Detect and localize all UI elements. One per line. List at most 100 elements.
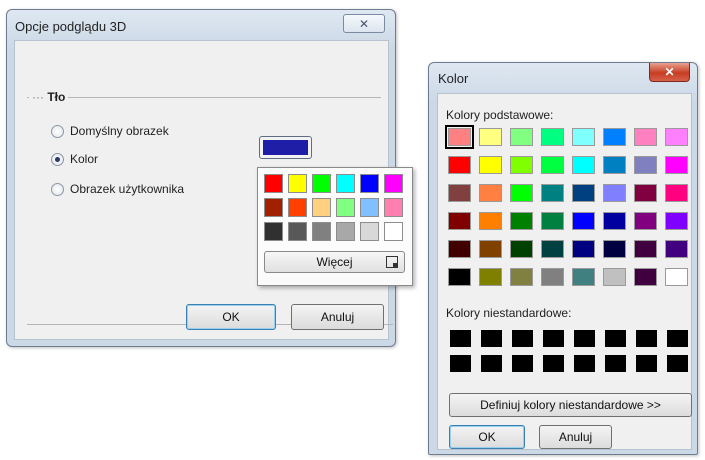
color-swatch[interactable] bbox=[264, 174, 283, 193]
color-swatch[interactable] bbox=[360, 222, 379, 241]
basic-color-swatch[interactable] bbox=[603, 240, 626, 258]
basic-color-swatch[interactable] bbox=[634, 184, 657, 202]
close-button[interactable]: ✕ bbox=[343, 14, 385, 33]
custom-color-swatch[interactable] bbox=[481, 330, 502, 347]
basic-color-swatch[interactable] bbox=[572, 128, 595, 146]
basic-color-swatch[interactable] bbox=[510, 128, 533, 146]
color-picker-button[interactable] bbox=[259, 136, 312, 159]
color-swatch[interactable] bbox=[264, 198, 283, 217]
basic-color-swatch[interactable] bbox=[665, 156, 688, 174]
basic-color-swatch[interactable] bbox=[572, 240, 595, 258]
color-swatch[interactable] bbox=[288, 222, 307, 241]
custom-color-swatch[interactable] bbox=[543, 355, 564, 372]
basic-color-swatch[interactable] bbox=[510, 240, 533, 258]
custom-color-swatch[interactable] bbox=[543, 330, 564, 347]
basic-color-swatch[interactable] bbox=[541, 184, 564, 202]
color-swatch[interactable] bbox=[336, 222, 355, 241]
basic-color-swatch[interactable] bbox=[603, 212, 626, 230]
custom-color-swatch[interactable] bbox=[636, 355, 657, 372]
custom-color-swatch[interactable] bbox=[481, 355, 502, 372]
basic-color-swatch[interactable] bbox=[541, 268, 564, 286]
custom-color-swatch[interactable] bbox=[512, 355, 533, 372]
basic-color-swatch[interactable] bbox=[510, 184, 533, 202]
basic-color-swatch[interactable] bbox=[634, 240, 657, 258]
basic-color-swatch[interactable] bbox=[479, 268, 502, 286]
ok-button[interactable]: OK bbox=[186, 304, 276, 330]
basic-color-swatch[interactable] bbox=[479, 184, 502, 202]
color-swatch[interactable] bbox=[384, 198, 403, 217]
custom-color-swatch[interactable] bbox=[512, 330, 533, 347]
basic-color-swatch[interactable] bbox=[510, 268, 533, 286]
basic-color-swatch[interactable] bbox=[448, 212, 471, 230]
basic-color-swatch[interactable] bbox=[665, 212, 688, 230]
radio-button-icon[interactable] bbox=[51, 124, 64, 138]
color-swatch[interactable] bbox=[384, 222, 403, 241]
color-swatch[interactable] bbox=[384, 174, 403, 193]
close-button[interactable]: ✕ bbox=[649, 63, 690, 82]
radio-user-image[interactable]: Obrazek użytkownika bbox=[51, 182, 184, 196]
basic-color-swatch[interactable] bbox=[572, 184, 595, 202]
color-swatch[interactable] bbox=[312, 198, 331, 217]
custom-color-swatch[interactable] bbox=[667, 355, 688, 372]
radio-label: Obrazek użytkownika bbox=[70, 182, 185, 196]
basic-color-swatch[interactable] bbox=[510, 156, 533, 174]
basic-color-swatch[interactable] bbox=[603, 184, 626, 202]
color-swatch[interactable] bbox=[360, 174, 379, 193]
custom-colors-label: Kolory niestandardowe: bbox=[446, 306, 572, 320]
color-swatch[interactable] bbox=[288, 174, 307, 193]
radio-color[interactable]: Kolor bbox=[51, 152, 98, 166]
basic-color-swatch[interactable] bbox=[665, 128, 688, 146]
basic-color-swatch[interactable] bbox=[603, 128, 626, 146]
basic-color-swatch[interactable] bbox=[541, 212, 564, 230]
basic-color-swatch[interactable] bbox=[448, 240, 471, 258]
basic-color-swatch[interactable] bbox=[634, 268, 657, 286]
basic-color-swatch[interactable] bbox=[479, 212, 502, 230]
basic-color-swatch[interactable] bbox=[479, 240, 502, 258]
basic-color-swatch[interactable] bbox=[572, 212, 595, 230]
radio-button-icon[interactable] bbox=[51, 182, 64, 196]
basic-color-swatch[interactable] bbox=[665, 268, 688, 286]
basic-color-swatch[interactable] bbox=[448, 156, 471, 174]
basic-color-swatch[interactable] bbox=[541, 128, 564, 146]
basic-color-swatch[interactable] bbox=[603, 268, 626, 286]
basic-color-swatch[interactable] bbox=[448, 268, 471, 286]
custom-color-swatch[interactable] bbox=[574, 355, 595, 372]
ok-button[interactable]: OK bbox=[449, 425, 525, 449]
custom-color-swatch[interactable] bbox=[450, 330, 471, 347]
custom-color-swatch[interactable] bbox=[667, 330, 688, 347]
color-swatch[interactable] bbox=[288, 198, 307, 217]
custom-color-grid bbox=[450, 330, 688, 372]
radio-button-checked-icon[interactable] bbox=[51, 152, 64, 166]
basic-color-swatch[interactable] bbox=[445, 125, 474, 149]
basic-color-swatch[interactable] bbox=[510, 212, 533, 230]
define-custom-colors-button[interactable]: Definiuj kolory niestandardowe >> bbox=[449, 393, 692, 417]
basic-color-swatch[interactable] bbox=[665, 240, 688, 258]
basic-color-swatch[interactable] bbox=[541, 240, 564, 258]
basic-color-swatch[interactable] bbox=[479, 128, 502, 146]
basic-color-swatch[interactable] bbox=[541, 156, 564, 174]
custom-color-swatch[interactable] bbox=[636, 330, 657, 347]
basic-color-swatch[interactable] bbox=[665, 184, 688, 202]
color-swatch[interactable] bbox=[264, 222, 283, 241]
basic-color-swatch[interactable] bbox=[634, 128, 657, 146]
color-swatch[interactable] bbox=[336, 174, 355, 193]
cancel-button[interactable]: Anuluj bbox=[291, 304, 384, 330]
basic-color-swatch[interactable] bbox=[572, 268, 595, 286]
basic-color-swatch[interactable] bbox=[634, 212, 657, 230]
custom-color-swatch[interactable] bbox=[574, 330, 595, 347]
radio-default-image[interactable]: Domyślny obrazek bbox=[51, 124, 169, 138]
cancel-button[interactable]: Anuluj bbox=[539, 425, 612, 449]
color-swatch[interactable] bbox=[360, 198, 379, 217]
color-swatch[interactable] bbox=[336, 198, 355, 217]
custom-color-swatch[interactable] bbox=[605, 330, 626, 347]
basic-color-swatch[interactable] bbox=[572, 156, 595, 174]
custom-color-swatch[interactable] bbox=[450, 355, 471, 372]
custom-color-swatch[interactable] bbox=[605, 355, 626, 372]
basic-color-swatch[interactable] bbox=[603, 156, 626, 174]
color-swatch[interactable] bbox=[312, 174, 331, 193]
color-swatch[interactable] bbox=[312, 222, 331, 241]
basic-color-swatch[interactable] bbox=[448, 184, 471, 202]
basic-color-swatch[interactable] bbox=[479, 156, 502, 174]
more-colors-button[interactable]: Więcej bbox=[264, 251, 405, 273]
basic-color-swatch[interactable] bbox=[634, 156, 657, 174]
